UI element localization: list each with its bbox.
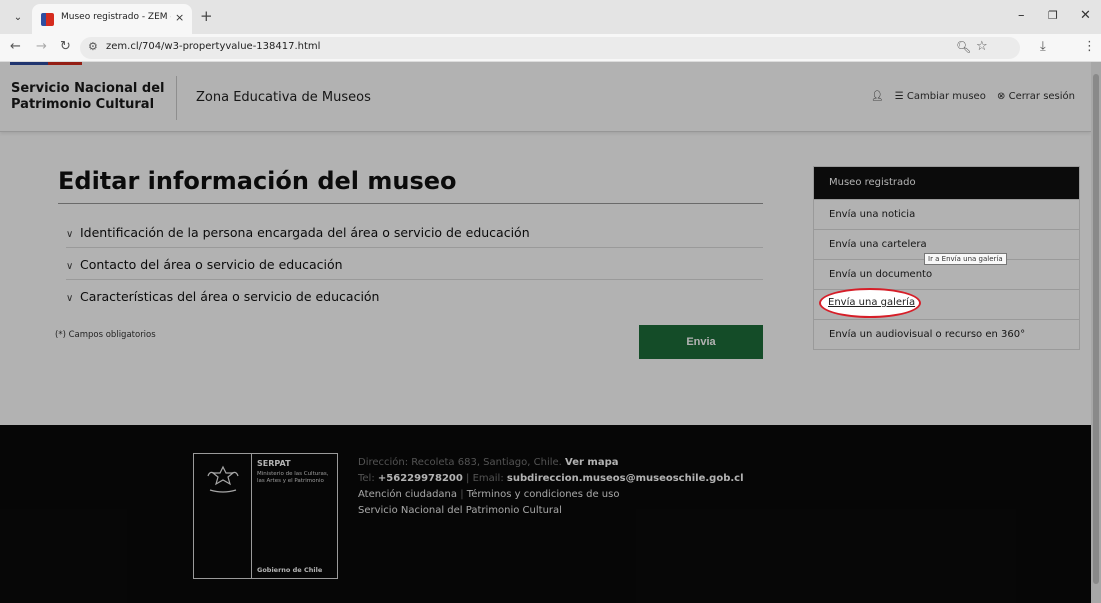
email-label: Email: xyxy=(472,473,504,484)
submit-button[interactable]: Envia xyxy=(639,325,763,359)
address-bar[interactable]: ⚙ zem.cl/704/w3-propertyvalue-138417.htm… xyxy=(80,37,1020,59)
browser-toolbar: ← → ↻ ⚙ zem.cl/704/w3-propertyvalue-1384… xyxy=(0,34,1101,62)
chevron-down-icon: ∨ xyxy=(66,293,74,304)
site-footer: SERPAT Ministerio de las Culturas, las A… xyxy=(0,425,1091,603)
accordion-label: Identificación de la persona encargada d… xyxy=(80,225,530,240)
highlighted-galeria-link[interactable]: Envía una galería xyxy=(828,297,915,308)
accordion-label: Contacto del área o servicio de educació… xyxy=(80,257,343,272)
download-icon[interactable]: ⤓ xyxy=(1040,39,1046,54)
serpat-logo: SERPAT Ministerio de las Culturas, las A… xyxy=(193,453,338,579)
header-divider xyxy=(176,76,177,120)
header-links: 👤︎ ☰ Cambiar museo ⊗ Cerrar sesión xyxy=(863,91,1075,102)
change-museum-label: Cambiar museo xyxy=(906,91,986,102)
brand-line-2: Patrimonio Cultural xyxy=(11,97,155,112)
tel-label: Tel: xyxy=(358,473,375,484)
logout-label: Cerrar sesión xyxy=(1008,91,1075,102)
footer-contact: Dirección: Recoleta 683, Santiago, Chile… xyxy=(358,455,744,519)
close-window-button[interactable]: ✕ xyxy=(1080,8,1091,23)
site-header: Servicio Nacional del Patrimonio Cultura… xyxy=(0,62,1091,132)
accordion-contacto[interactable]: ∨ Contacto del área o servicio de educaci… xyxy=(66,249,763,280)
citizen-link[interactable]: Atención ciudadana xyxy=(358,489,457,500)
site-favicon-icon xyxy=(41,13,54,26)
zone-title: Zona Educativa de Museos xyxy=(196,90,371,105)
title-divider xyxy=(58,203,763,204)
user-icon[interactable]: 👤︎ xyxy=(871,91,884,102)
sidebar-item-audiovisual[interactable]: Envía un audiovisual o recurso en 360° xyxy=(814,319,1079,349)
back-icon[interactable]: ← xyxy=(10,39,21,54)
brand-line-1: Servicio Nacional del xyxy=(11,81,165,96)
browser-tab-strip: ⌄ Museo registrado - ZEM - Zona × + – ❐ … xyxy=(0,0,1101,34)
tab-title: Museo registrado - ZEM - Zona xyxy=(61,12,171,22)
email-link[interactable]: subdireccion.museos@museoschile.gob.cl xyxy=(507,473,744,484)
footer-org: Servicio Nacional del Patrimonio Cultura… xyxy=(358,505,562,516)
page-title: Editar información del museo xyxy=(58,167,457,195)
sidebar-item-noticia[interactable]: Envía una noticia xyxy=(814,199,1079,229)
logo-ministry-text: Ministerio de las Culturas, las Artes y … xyxy=(257,471,329,484)
accordion-caracteristicas[interactable]: ∨ Características del área o servicio de … xyxy=(66,281,763,312)
web-page: Servicio Nacional del Patrimonio Cultura… xyxy=(0,62,1101,603)
zoom-icon[interactable]: 🔍︎ xyxy=(956,40,971,54)
brand-color-bar xyxy=(10,62,82,65)
forward-icon[interactable]: → xyxy=(36,39,47,54)
url-text[interactable]: zem.cl/704/w3-propertyvalue-138417.html xyxy=(106,41,320,52)
new-tab-button[interactable]: + xyxy=(200,7,213,25)
link-tooltip: Ir a Envía una galería xyxy=(924,253,1007,265)
logout-link[interactable]: ⊗ Cerrar sesión xyxy=(997,91,1075,102)
page-scrollbar[interactable] xyxy=(1091,62,1101,603)
sidebar-item-museo-registrado[interactable]: Museo registrado xyxy=(814,167,1079,199)
tel-link[interactable]: +56229978200 xyxy=(378,473,463,484)
bookmark-star-icon[interactable]: ☆ xyxy=(976,39,988,54)
tab-close-icon[interactable]: × xyxy=(175,11,184,24)
chevron-down-icon: ∨ xyxy=(66,229,74,240)
menu-kebab-icon[interactable]: ⋮ xyxy=(1083,39,1096,54)
tab-search-dropdown-icon[interactable]: ⌄ xyxy=(8,9,28,27)
chile-coat-of-arms-icon xyxy=(207,465,239,493)
map-link[interactable]: Ver mapa xyxy=(565,457,618,468)
reload-icon[interactable]: ↻ xyxy=(60,39,71,54)
terms-link[interactable]: Términos y condiciones de uso xyxy=(467,489,620,500)
minimize-button[interactable]: – xyxy=(1018,8,1025,23)
footer-address: Dirección: Recoleta 683, Santiago, Chile… xyxy=(358,457,562,468)
site-logo[interactable]: Servicio Nacional del Patrimonio Cultura… xyxy=(11,81,171,113)
required-fields-note: (*) Campos obligatorios xyxy=(55,330,156,340)
chevron-down-icon: ∨ xyxy=(66,261,74,272)
maximize-button[interactable]: ❐ xyxy=(1048,9,1058,22)
browser-tab[interactable]: Museo registrado - ZEM - Zona × xyxy=(32,4,192,34)
change-museum-link[interactable]: ☰ Cambiar museo xyxy=(895,91,986,102)
logo-serpat-text: SERPAT xyxy=(257,459,291,468)
accordion-identificacion[interactable]: ∨ Identificación de la persona encargada … xyxy=(66,217,763,248)
logo-gobierno-text: Gobierno de Chile xyxy=(257,566,323,574)
site-settings-icon[interactable]: ⚙ xyxy=(88,40,98,53)
accordion-label: Características del área o servicio de e… xyxy=(80,289,380,304)
